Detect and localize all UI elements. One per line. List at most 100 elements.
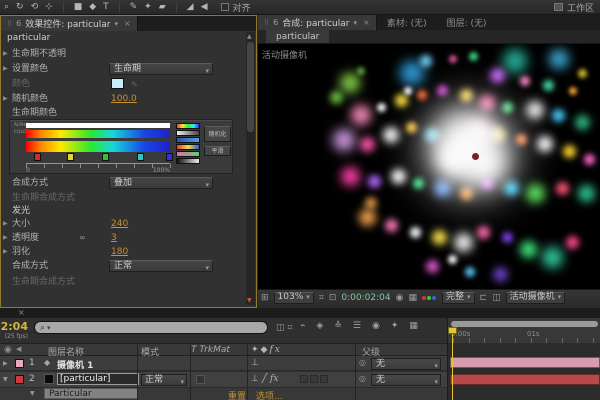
layer-bar-particular[interactable] xyxy=(450,374,600,385)
twirl-icon[interactable]: ▶ xyxy=(3,360,8,367)
scrollbar-thumb[interactable] xyxy=(247,42,254,132)
twirl-icon[interactable]: ▶ xyxy=(3,231,8,245)
scroll-up-icon[interactable]: ▲ xyxy=(247,33,252,40)
parent-dropdown[interactable]: 无 ▾ xyxy=(371,358,441,370)
effect-reset-link[interactable]: 重置 xyxy=(228,389,246,400)
align-checkbox[interactable]: 对齐 xyxy=(221,1,251,14)
composition-view[interactable]: 活动摄像机 xyxy=(258,44,600,289)
twirl-icon[interactable]: ▼ xyxy=(30,390,35,397)
timeline-option-icon-3[interactable]: ☰ xyxy=(353,321,361,331)
layer-color-swatch[interactable] xyxy=(15,375,24,384)
trkmat-checkbox[interactable] xyxy=(196,375,205,384)
playhead-line[interactable] xyxy=(452,328,453,400)
tool-icon-5[interactable]: ◆ xyxy=(89,2,96,12)
tool-icon-3[interactable]: ⊹ xyxy=(45,2,53,12)
snapshot-icon[interactable]: ◉ xyxy=(396,293,404,303)
layer-switches[interactable]: ⊥ xyxy=(251,358,259,368)
fast-preview-icon[interactable]: ⊏ xyxy=(480,293,488,303)
timeline-option-icon-4[interactable]: ◉ xyxy=(372,321,380,331)
glow-size-value[interactable]: 240 xyxy=(111,217,128,231)
gradient-preset-3[interactable] xyxy=(176,144,200,150)
gradient-preset-5[interactable] xyxy=(176,158,200,164)
current-time-display[interactable]: 0:00:02:04 xyxy=(0,320,30,333)
close-icon[interactable]: × xyxy=(363,18,370,27)
region-of-interest-icon[interactable]: ⊡ xyxy=(329,293,337,303)
expand-icon[interactable]: ⊞ xyxy=(261,293,269,303)
transfer-mode-dropdown[interactable]: 叠加 ▾ xyxy=(109,177,213,189)
workspace-switcher[interactable]: 工作区 xyxy=(553,1,594,14)
gradient-preset-0[interactable] xyxy=(176,123,200,129)
tool-icon-11[interactable]: ◀ xyxy=(201,2,208,12)
color-swatch[interactable] xyxy=(111,78,124,89)
twirl-icon[interactable]: ▶ xyxy=(3,245,8,259)
panel-menu-icon[interactable]: ▾ xyxy=(353,19,357,27)
tool-icon-10[interactable]: ◢ xyxy=(187,2,194,12)
row-glow-section[interactable]: 发光 xyxy=(1,204,245,218)
time-ruler[interactable]: 0:00s 01s xyxy=(447,318,600,343)
transparency-grid-icon[interactable]: ▦ xyxy=(408,293,417,303)
tab-layer[interactable]: 图层: (无) xyxy=(437,15,497,30)
twirl-icon[interactable]: ▶ xyxy=(3,47,8,61)
close-icon[interactable]: × xyxy=(18,308,25,317)
tab-composition[interactable]: ⠿ 6 合成: particular ▾ × xyxy=(258,15,377,30)
tool-icon-6[interactable]: T xyxy=(103,2,109,12)
set-color-dropdown[interactable]: 生命期 ▾ xyxy=(109,63,213,75)
layer-name-editbox[interactable]: [particular] xyxy=(57,373,139,385)
tab-footage[interactable]: 素材: (无) xyxy=(377,15,437,30)
pixel-aspect-icon[interactable]: ◫ xyxy=(492,293,501,303)
twirl-icon[interactable]: ▶ xyxy=(3,62,8,76)
subtab-particular[interactable]: particular xyxy=(266,30,330,43)
safe-margins-icon[interactable]: ⌗ xyxy=(319,293,324,303)
timeline-option-icon-5[interactable]: ✦ xyxy=(391,321,399,331)
twirl-icon[interactable]: ▶ xyxy=(3,92,8,106)
gradient-stop-3[interactable] xyxy=(137,153,144,161)
tool-icon-2[interactable]: ⟲ xyxy=(31,2,39,12)
close-icon[interactable]: × xyxy=(124,19,131,28)
gradient-stop-0[interactable] xyxy=(34,153,41,161)
gradient-randomize-button[interactable]: 随机化 xyxy=(204,126,231,142)
twirl-icon[interactable]: ▼ xyxy=(3,376,8,383)
layer-switches[interactable]: ⊥ ╱ fx xyxy=(251,374,278,384)
gradient-preview-bar[interactable] xyxy=(26,130,170,138)
mode-dropdown[interactable]: 正常 ▾ xyxy=(141,374,187,386)
time-navigator[interactable] xyxy=(451,321,598,327)
gradient-main-bar[interactable] xyxy=(26,141,170,152)
gradient-ruler[interactable]: 0 100% xyxy=(26,163,171,174)
tool-icon-1[interactable]: ↻ xyxy=(16,2,24,12)
column-trkmat[interactable]: T TrkMat xyxy=(191,345,230,355)
tool-icon-8[interactable]: ✦ xyxy=(144,2,152,12)
row-opacity-over-life[interactable]: ▶ 生命期不透明 xyxy=(1,47,245,61)
effect-options-link[interactable]: 选项... xyxy=(256,389,283,400)
layer-name[interactable]: 摄像机 1 xyxy=(57,358,93,371)
zoom-dropdown[interactable]: 103% ▾ xyxy=(273,291,314,304)
parent-dropdown[interactable]: 无 ▾ xyxy=(371,374,441,386)
gradient-stop-1[interactable] xyxy=(67,153,74,161)
gradient-smooth-button[interactable]: 平滑 xyxy=(204,146,231,156)
emitter-point[interactable] xyxy=(471,153,479,161)
gradient-stop-2[interactable] xyxy=(102,153,109,161)
panel-menu-icon[interactable]: ▾ xyxy=(114,20,118,28)
gradient-preset-1[interactable] xyxy=(176,130,200,136)
gradient-stop-4[interactable] xyxy=(166,153,173,161)
align-checkbox-box[interactable] xyxy=(221,3,230,11)
show-channel-icon[interactable] xyxy=(421,293,437,303)
resolution-dropdown[interactable]: 完整 ▾ xyxy=(441,291,475,304)
scroll-down-icon[interactable]: ▼ xyxy=(247,297,252,304)
scrollbar[interactable]: ▲ ▼ xyxy=(246,32,255,305)
tool-icon-9[interactable]: ▰ xyxy=(159,2,166,12)
eyedropper-icon[interactable]: ✎ xyxy=(131,78,138,92)
glow-opacity-value[interactable]: 3 xyxy=(111,231,117,245)
random-color-value[interactable]: 100.0 xyxy=(111,92,137,106)
twirl-icon[interactable]: ▶ xyxy=(3,217,8,231)
layer-color-swatch[interactable] xyxy=(15,359,24,368)
timeline-option-icon-6[interactable]: ▦ xyxy=(409,321,418,331)
glow-feather-value[interactable]: 180 xyxy=(111,245,128,259)
timeline-mini-icons[interactable]: ◫⌗ xyxy=(276,323,296,333)
gradient-preset-4[interactable] xyxy=(176,151,200,157)
viewer-timecode[interactable]: 0:00:02:04 xyxy=(341,293,390,303)
tool-icon-0[interactable]: ⌕ xyxy=(4,2,9,12)
gradient-preset-2[interactable] xyxy=(176,137,200,143)
pickwhip-icon[interactable]: ◎ xyxy=(359,374,366,383)
gradient-editor[interactable]: ALPHA COLOR 0 100% 随机化 平滑 xyxy=(9,119,233,174)
tab-effect-controls[interactable]: ⠿ 6 效果控件: particular ▾ × xyxy=(1,16,138,31)
